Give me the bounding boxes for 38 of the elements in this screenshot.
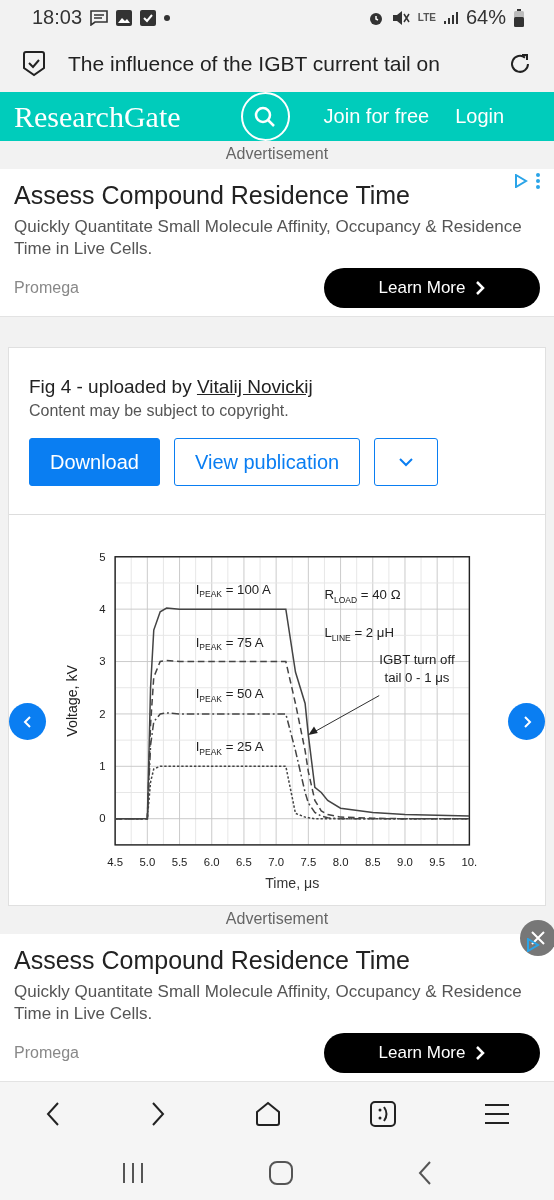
advertiser-name: Promega (14, 1044, 79, 1063)
tick-label: 7.0 (268, 856, 285, 869)
tick-label: 6.0 (203, 856, 220, 869)
tick-label: 4.5 (107, 856, 123, 869)
battery-percentage: 64% (465, 6, 506, 30)
tick-label: 9.0 (397, 856, 413, 869)
network-type: LTE (417, 12, 436, 24)
tick-label: 7.5 (300, 856, 317, 869)
tick-label: 6.5 (236, 856, 252, 869)
tick-label: 0 (99, 812, 106, 825)
tick-label: 8.5 (364, 856, 381, 869)
curve-label: I$_{PEAK}$ = 100 A (195, 581, 271, 599)
tick-label: 3 (99, 655, 106, 668)
figure-caption: Fig 4 - uploaded by Vitalij Novickij (28, 376, 314, 399)
annotation-text: IGBT turn off tail 0 - 1 μs (379, 651, 455, 688)
copyright-notice: Content may be subject to copyright. (28, 401, 290, 421)
advertisement-label: Advertisement (224, 909, 330, 930)
axis-title: Voltage, kV (64, 665, 81, 738)
tick-label: 5 (99, 551, 106, 563)
tick-label: 5.0 (139, 856, 156, 869)
tick-label: 2 (99, 708, 106, 721)
tick-label: 10. (461, 856, 478, 869)
curve-label: I$_{PEAK}$ = 50 A (195, 686, 264, 703)
axis-title: Time, μs (265, 875, 320, 892)
clock: 18:03 (32, 6, 83, 30)
ad-description: Quickly Quantitate Small Molecule Affinity, Occupancy & Residence Time in Live Cells. (14, 216, 523, 261)
ad-description: Quickly Quantitate Small Molecule Affinity, Occupancy & Residence Time in Live Cells. (14, 981, 523, 1026)
curve-label: I$_{PEAK}$ = 75 A (195, 633, 264, 651)
tick-label: 9.5 (429, 856, 446, 869)
tick-label: 1 (99, 760, 106, 773)
tick-label: 5.5 (171, 856, 188, 869)
annotation-text: R$_{LOAD}$ = 40 Ω (324, 586, 401, 603)
annotation-text: L$_{LINE}$ = 2 μH (324, 623, 394, 641)
advertisement-label: Advertisement (224, 144, 330, 165)
advertiser-name: Promega (14, 279, 79, 298)
curve-label: I$_{PEAK}$ = 25 A (195, 738, 264, 756)
tick-label: 8.0 (332, 856, 349, 869)
tick-label: 4 (99, 603, 106, 616)
